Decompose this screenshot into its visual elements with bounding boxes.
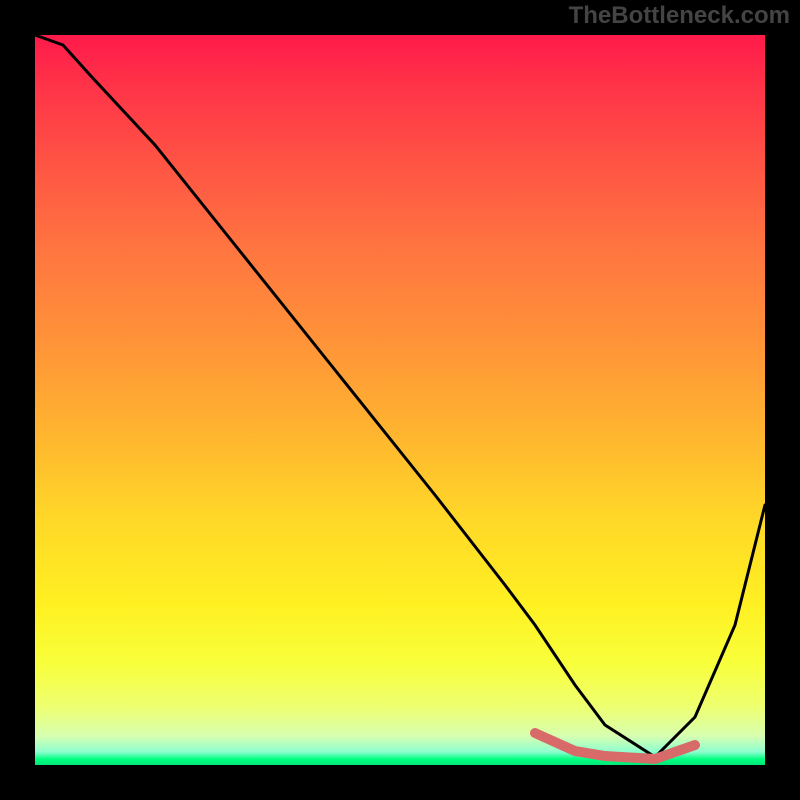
bottleneck-curve (35, 35, 765, 757)
plot-area (35, 35, 765, 765)
chart-container: TheBottleneck.com (0, 0, 800, 800)
curve-svg (35, 35, 765, 765)
optimal-range-marker (535, 733, 695, 759)
watermark-text: TheBottleneck.com (569, 2, 790, 30)
